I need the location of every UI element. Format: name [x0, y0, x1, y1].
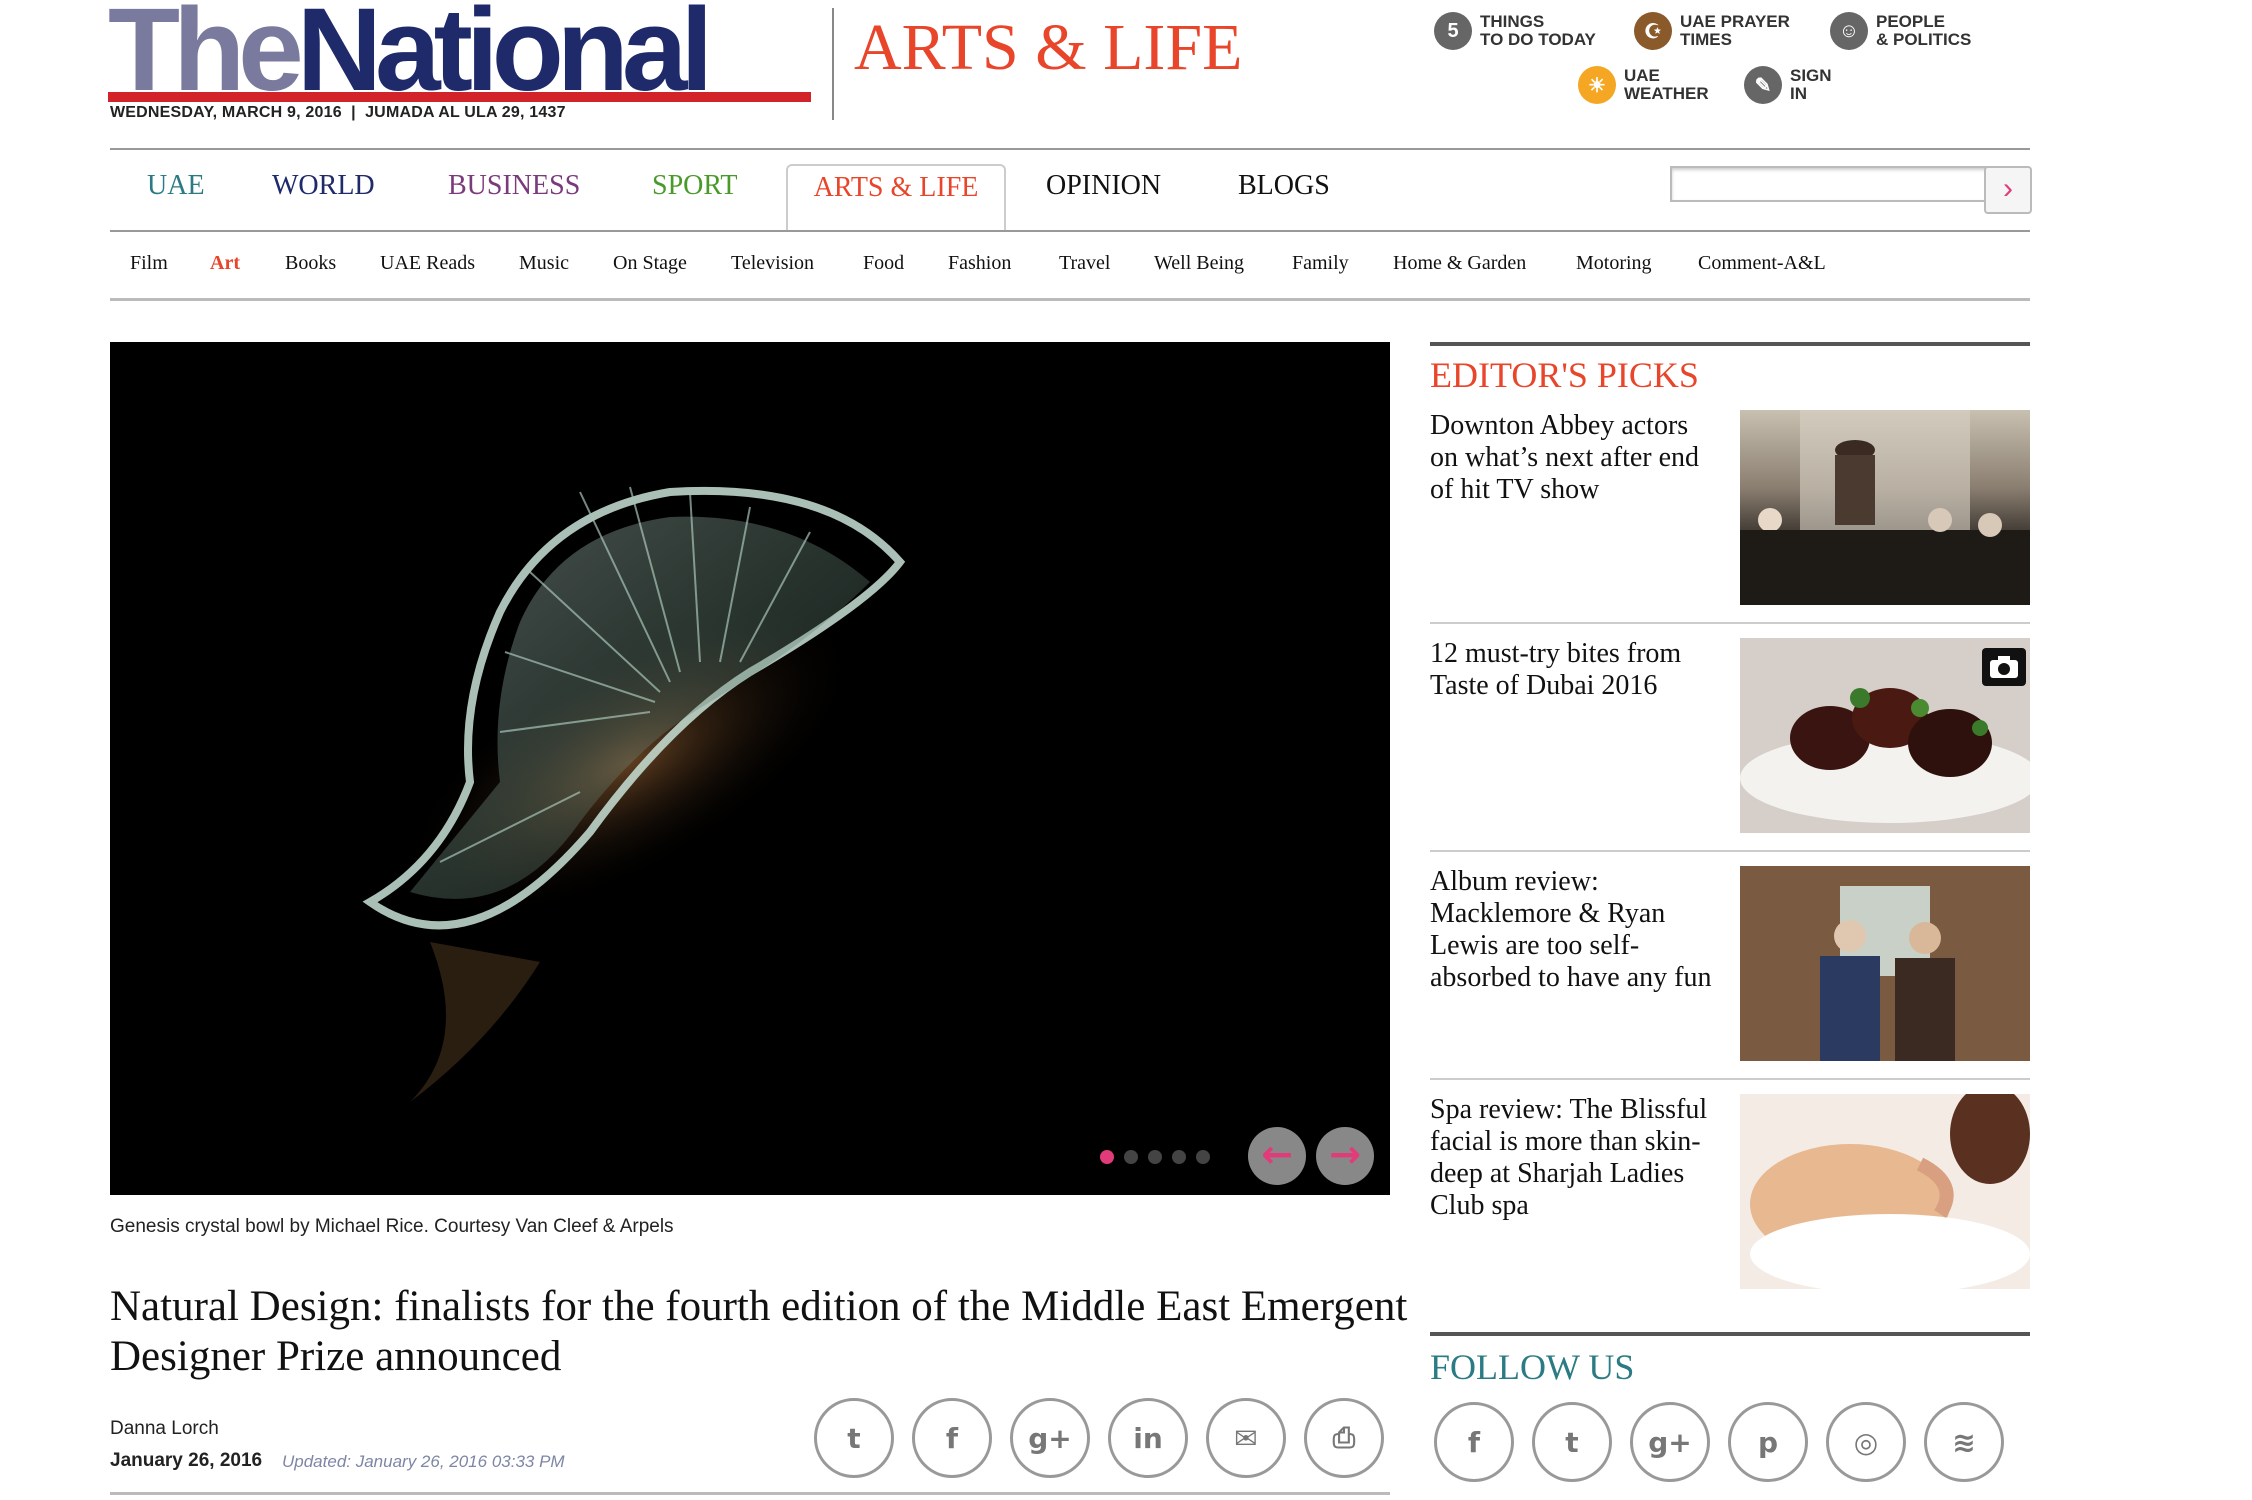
- rss-follow-button[interactable]: ≋: [1924, 1402, 2004, 1482]
- people-politics-label: PEOPLE & POLITICS: [1876, 12, 1972, 49]
- nav-uae[interactable]: UAE: [125, 164, 227, 228]
- nav-opinion[interactable]: OPINION: [1024, 164, 1183, 228]
- pick-title-4[interactable]: Spa review: The Blissful facial is more …: [1430, 1094, 1720, 1222]
- subnav-travel[interactable]: Travel: [1059, 252, 1110, 275]
- facebook-share-button[interactable]: f: [912, 1398, 992, 1478]
- header-divider: [832, 8, 834, 120]
- weather-label: UAE WEATHER: [1624, 66, 1709, 103]
- prayer-times-label: UAE PRAYER TIMES: [1680, 12, 1790, 49]
- hero-slideshow-image[interactable]: [110, 342, 1390, 1195]
- pick-rule-3: [1430, 1078, 2030, 1080]
- subnav-television[interactable]: Television: [731, 252, 814, 275]
- subnav-uae-reads[interactable]: UAE Reads: [380, 252, 475, 275]
- sign-in-label: SIGN IN: [1790, 66, 1832, 103]
- logo-underline: [108, 92, 811, 102]
- nav-bottom-rule: [110, 230, 2030, 232]
- slide-dot-3[interactable]: [1148, 1150, 1162, 1164]
- facebook-follow-button[interactable]: f: [1434, 1402, 1514, 1482]
- article-date: January 26, 2016: [110, 1450, 263, 1471]
- weather-sun-icon: ☀: [1578, 66, 1616, 104]
- search-submit-button[interactable]: ›: [1984, 166, 2032, 214]
- nav-business[interactable]: BUSINESS: [426, 164, 602, 228]
- google-plus-follow-button[interactable]: g+: [1630, 1402, 1710, 1482]
- subnav-comment-al[interactable]: Comment-A&L: [1698, 252, 1826, 275]
- nav-arts-life[interactable]: ARTS & LIFE: [786, 164, 1006, 230]
- print-button[interactable]: ⎙: [1304, 1398, 1384, 1478]
- article-author[interactable]: Danna Lorch: [110, 1418, 219, 1440]
- slideshow-next-button[interactable]: →: [1316, 1127, 1374, 1185]
- article-updated: Updated: January 26, 2016 03:33 PM: [282, 1452, 565, 1471]
- prayer-times-link[interactable]: ☪ UAE PRAYER TIMES: [1634, 12, 1790, 50]
- article-rule: [110, 1492, 1390, 1495]
- follow-us-rule: [1430, 1332, 2030, 1336]
- macklemore-photo: [1740, 866, 2030, 1061]
- pinterest-follow-button[interactable]: p: [1728, 1402, 1808, 1482]
- slideshow-prev-button[interactable]: ←: [1248, 1127, 1306, 1185]
- google-plus-share-button[interactable]: g+: [1010, 1398, 1090, 1478]
- things-to-do-icon: 5: [1434, 12, 1472, 50]
- slideshow-dots: [1100, 1150, 1210, 1164]
- things-to-do-label: THINGS TO DO TODAY: [1480, 12, 1596, 49]
- section-title[interactable]: ARTS & LIFE: [854, 10, 1242, 86]
- nav-blogs[interactable]: BLOGS: [1216, 164, 1352, 228]
- pick-title-3[interactable]: Album review: Macklemore & Ryan Lewis ar…: [1430, 866, 1720, 994]
- pick-rule-1: [1430, 622, 2030, 624]
- people-politics-link[interactable]: ☺ PEOPLE & POLITICS: [1830, 12, 1971, 50]
- subnav-music[interactable]: Music: [519, 252, 569, 275]
- subnav-fashion[interactable]: Fashion: [948, 252, 1011, 275]
- email-share-button[interactable]: ✉: [1206, 1398, 1286, 1478]
- nav-world[interactable]: WORLD: [250, 164, 397, 228]
- editors-picks-title: EDITOR'S PICKS: [1430, 355, 1699, 395]
- image-caption: Genesis crystal bowl by Michael Rice. Co…: [110, 1216, 674, 1237]
- subnav-on-stage[interactable]: On Stage: [613, 252, 687, 275]
- crystal-bowl-photo: [362, 486, 906, 1102]
- slide-dot-2[interactable]: [1124, 1150, 1138, 1164]
- slide-dot-4[interactable]: [1172, 1150, 1186, 1164]
- subnav-film[interactable]: Film: [130, 252, 168, 275]
- nav-top-rule: [110, 148, 2030, 150]
- nav-sport[interactable]: SPORT: [630, 164, 759, 228]
- site-logo[interactable]: TheNational: [108, 0, 813, 109]
- twitter-follow-button[interactable]: t: [1532, 1402, 1612, 1482]
- subnav-art[interactable]: Art: [210, 252, 240, 275]
- things-to-do-link[interactable]: 5 THINGS TO DO TODAY: [1434, 12, 1596, 50]
- follow-us-title: FOLLOW US: [1430, 1347, 1635, 1387]
- pick-image-4[interactable]: [1740, 1094, 2030, 1289]
- article-headline: Natural Design: finalists for the fourth…: [110, 1283, 1408, 1380]
- main-nav: UAE WORLD BUSINESS SPORT ARTS & LIFE OPI…: [110, 164, 1670, 230]
- search-input[interactable]: [1670, 166, 1990, 202]
- pick-image-3[interactable]: [1740, 866, 2030, 1061]
- sign-in-link[interactable]: ✎ SIGN IN: [1744, 66, 1832, 104]
- subnav-well-being[interactable]: Well Being: [1154, 252, 1244, 275]
- camera-gallery-icon: [1982, 648, 2026, 686]
- spa-photo: [1740, 1094, 2030, 1289]
- pick-rule-2: [1430, 850, 2030, 852]
- slide-dot-1[interactable]: [1100, 1150, 1114, 1164]
- pick-title-1[interactable]: Downton Abbey actors on what’s next afte…: [1430, 410, 1720, 506]
- people-politics-icon: ☺: [1830, 12, 1868, 50]
- subnav-rule: [110, 298, 2030, 301]
- sign-in-icon: ✎: [1744, 66, 1782, 104]
- pick-image-1[interactable]: [1740, 410, 2030, 605]
- prayer-times-icon: ☪: [1634, 12, 1672, 50]
- linkedin-share-button[interactable]: in: [1108, 1398, 1188, 1478]
- editors-picks-rule: [1430, 342, 2030, 346]
- subnav-home-garden[interactable]: Home & Garden: [1393, 252, 1526, 275]
- slide-dot-5[interactable]: [1196, 1150, 1210, 1164]
- subnav-motoring[interactable]: Motoring: [1576, 252, 1652, 275]
- subnav-books[interactable]: Books: [285, 252, 336, 275]
- subnav-family[interactable]: Family: [1292, 252, 1349, 275]
- subnav-food[interactable]: Food: [863, 252, 904, 275]
- twitter-share-button[interactable]: t: [814, 1398, 894, 1478]
- pick-title-2[interactable]: 12 must-try bites from Taste of Dubai 20…: [1430, 638, 1720, 702]
- downton-photo: [1740, 410, 2030, 605]
- weather-link[interactable]: ☀ UAE WEATHER: [1578, 66, 1709, 104]
- date-line: WEDNESDAY, MARCH 9, 2016 | JUMADA AL ULA…: [110, 104, 566, 121]
- instagram-follow-button[interactable]: ◎: [1826, 1402, 1906, 1482]
